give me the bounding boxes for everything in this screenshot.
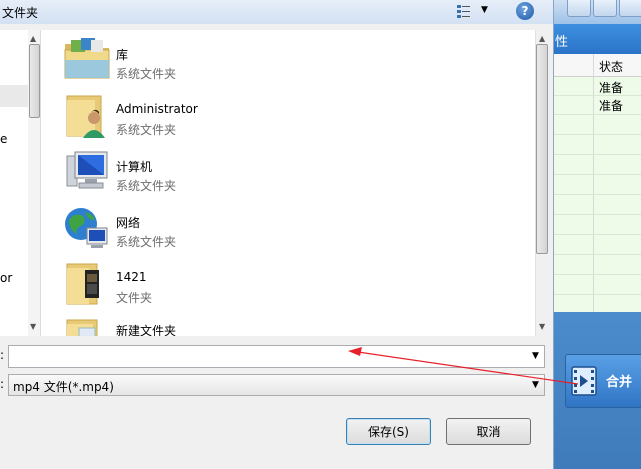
annotation-arrow-icon [348, 347, 579, 385]
